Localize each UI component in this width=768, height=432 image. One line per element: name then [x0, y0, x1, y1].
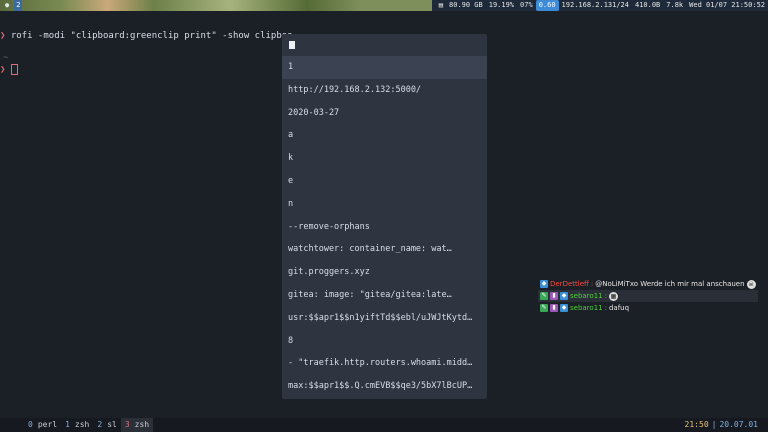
disk-usage: 80.90 GB: [449, 1, 483, 9]
clipboard-item[interactable]: --remove-orphans: [282, 216, 487, 239]
workspace-button[interactable]: 2: [14, 0, 23, 11]
clipboard-item[interactable]: http://192.168.2.132:5000/: [282, 79, 487, 102]
tmux-status-bar: 0 perl 1 zsh 2 sl 3 zsh 21:50 | 20.07.01: [0, 418, 768, 432]
emote-icon: ▦: [608, 291, 618, 301]
memory-usage: 07%: [520, 1, 533, 9]
clock: Wed 01/07 21:50:52: [689, 1, 765, 9]
rofi-clipboard-menu[interactable]: 1 http://192.168.2.132:5000/2020-03-27 a k e…: [282, 34, 487, 399]
clipboard-item[interactable]: 8: [282, 330, 487, 353]
network-traffic: 410.0B: [634, 1, 661, 9]
clipboard-item[interactable]: k: [282, 147, 487, 170]
cpu-usage: 19.19%: [488, 1, 515, 9]
clipboard-item[interactable]: gitea: image: "gitea/gitea:late…: [282, 284, 487, 307]
tmux-window[interactable]: 1 zsh: [61, 418, 93, 432]
tmux-window-active[interactable]: 3 zsh: [120, 418, 154, 432]
clipboard-item[interactable]: a: [282, 124, 487, 147]
tmux-window[interactable]: 0 perl: [24, 418, 61, 432]
tilde-text: ~: [3, 53, 9, 63]
clipboard-item[interactable]: git.proggers.xyz: [282, 261, 487, 284]
chat-message: ✎ ▮ ◆ sebaro11: ▦: [538, 290, 758, 302]
clipboard-item-selected[interactable]: 1: [282, 56, 487, 79]
chat-message: ✎ ▮ ◆ sebaro11: dafuq: [540, 304, 630, 312]
moderator-badge-icon: ✎: [540, 304, 548, 312]
clipboard-item[interactable]: watchtower: container_name: wat…: [282, 238, 487, 261]
tmux-window-list: 0 perl 1 zsh 2 sl 3 zsh: [24, 418, 154, 432]
system-info: ▤ 80.90 GB 19.19% 07% 0.60 192.168.2.131…: [431, 0, 768, 11]
tmux-clock: 21:50 | 20.07.01: [684, 420, 758, 429]
workspace-icon: ●: [5, 1, 10, 9]
clipboard-item[interactable]: n: [282, 193, 487, 216]
terminal-cursor: [10, 64, 18, 75]
chat-message: ◆ DerDettleff: @NoLiMiTxo Werde ich mir …: [540, 279, 756, 289]
tmux-time: 21:50: [684, 420, 709, 429]
network-rate: 7.8k: [666, 1, 684, 9]
subscriber-badge-icon: ◆: [540, 280, 548, 288]
chat-username: sebaro11: [570, 292, 603, 300]
top-status-bar: ● 2 ▤ 80.90 GB 19.19% 07% 0.60 192.168.2…: [0, 0, 768, 11]
chat-text: dafuq: [608, 304, 630, 312]
skull-emote-icon: ☠: [746, 279, 756, 289]
chat-username: DerDettleff: [550, 280, 589, 288]
tmux-date: 20.07.01: [719, 420, 758, 429]
moderator-badge-icon: ✎: [540, 292, 548, 300]
subscriber-badge-icon: ◆: [560, 304, 568, 312]
input-caret: [289, 41, 295, 49]
chat-overlay: ◆ DerDettleff: @NoLiMiTxo Werde ich mir …: [538, 278, 758, 314]
clipboard-item[interactable]: 2020-03-27: [282, 102, 487, 125]
workspace-list: ● 2: [3, 0, 23, 11]
clipboard-item[interactable]: max:$$apr1$$.Q.cmEVB$$qe3/5bX7lBcUP…: [282, 375, 487, 398]
ip-address: 192.168.2.131/24: [561, 1, 629, 9]
prompt-symbol-2: ❯: [0, 65, 6, 75]
prompt-symbol: ❯: [0, 31, 6, 41]
disk-icon: ▤: [438, 1, 444, 9]
clipboard-item[interactable]: e: [282, 170, 487, 193]
clipboard-item[interactable]: usr:$$apr1$$n1yiftTd$$ebl/uJWJtKytd…: [282, 307, 487, 330]
rofi-input-bar[interactable]: [282, 34, 487, 56]
command-text: rofi -modi "clipboard:greenclip print" -…: [10, 31, 293, 41]
clipboard-item[interactable]: - "traefik.http.routers.whoami.midd…: [282, 352, 487, 375]
load-average: 0.60: [535, 0, 559, 11]
chat-text: @NoLiMiTxo Werde ich mir mal anschauen: [595, 280, 745, 288]
vip-badge-icon: ▮: [550, 304, 558, 312]
subscriber-badge-icon: ◆: [560, 292, 568, 300]
chat-username: sebaro11: [570, 304, 603, 312]
clipboard-list: 1 http://192.168.2.132:5000/2020-03-27 a k e…: [282, 56, 487, 398]
tmux-window[interactable]: 2 sl: [93, 418, 120, 432]
vip-badge-icon: ▮: [550, 292, 558, 300]
